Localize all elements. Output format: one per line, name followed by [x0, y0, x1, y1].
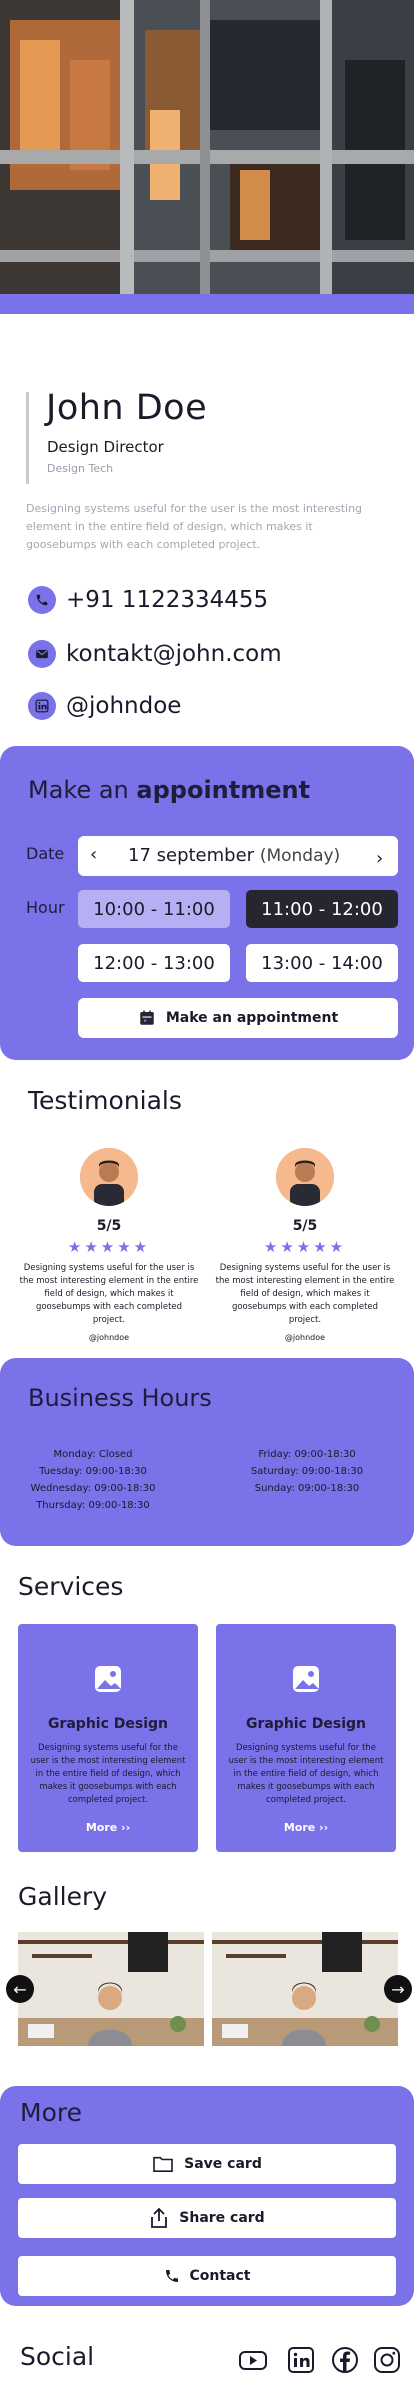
hero-accent-band — [0, 294, 414, 314]
testimonials-title: Testimonials — [28, 1086, 182, 1115]
hour-label: Hour — [26, 898, 65, 917]
share-card-label: Share card — [179, 2210, 265, 2226]
make-appointment-button[interactable]: Make an appointment — [78, 998, 398, 1038]
more-title: More — [20, 2098, 82, 2127]
slot-13-14[interactable]: 13:00 - 14:00 — [246, 944, 398, 982]
slot-12-13[interactable]: 12:00 - 13:00 — [78, 944, 230, 982]
testimonial-rating: 5/5 — [292, 1218, 318, 1234]
hours-row: Sunday: 09:00-18:30 — [254, 1483, 360, 1494]
image-icon — [291, 1664, 321, 1694]
linkedin-icon[interactable] — [286, 2345, 316, 2375]
share-icon — [149, 2207, 169, 2229]
slot-10-11[interactable]: 10:00 - 11:00 — [78, 890, 230, 928]
make-appointment-label: Make an appointment — [165, 1010, 339, 1026]
service-card[interactable]: Graphic Design Designing systems useful … — [18, 1624, 198, 1852]
testimonial-handle: @johndoe — [88, 1333, 130, 1342]
mail-icon — [28, 640, 56, 668]
service-title: Graphic Design — [245, 1716, 367, 1732]
contact-label: Contact — [189, 2268, 251, 2284]
contact-email[interactable]: kontakt@john.com — [28, 639, 388, 669]
hours-column-right: Friday: 09:00-18:30 Saturday: 09:00-18:3… — [222, 1446, 392, 1497]
save-card-button[interactable]: Save card — [18, 2144, 396, 2184]
facebook-icon[interactable] — [330, 2345, 360, 2375]
profile-role: Design Director — [47, 438, 164, 456]
profile-divider — [26, 392, 29, 484]
hours-row: Monday: Closed — [53, 1449, 133, 1460]
social-title: Social — [20, 2342, 95, 2371]
phone-icon — [28, 586, 56, 614]
date-next-button[interactable]: › — [376, 848, 383, 869]
business-hours-title: Business Hours — [28, 1384, 212, 1412]
calendar-icon — [138, 1009, 156, 1027]
service-more-link[interactable]: More ›› — [18, 1821, 198, 1834]
testimonial-card: 5/5 ★★★★★ Designing systems useful for t… — [215, 1148, 395, 1342]
slot-11-12[interactable]: 11:00 - 12:00 — [246, 890, 398, 928]
instagram-icon[interactable] — [372, 2345, 402, 2375]
profile-bio: Designing systems useful for the user is… — [26, 502, 363, 551]
hours-row: Friday: 09:00-18:30 — [258, 1449, 356, 1460]
date-picker[interactable]: ‹ 17 september (Monday) › — [78, 836, 398, 876]
contact-phone[interactable]: +91 1122334455 — [28, 585, 388, 615]
contact-linkedin-text: @johndoe — [66, 693, 182, 719]
testimonial-text: Designing systems useful for the user is… — [19, 1263, 199, 1325]
service-text: Designing systems useful for the user is… — [30, 1743, 186, 1805]
date-label: Date — [26, 844, 65, 863]
service-more-link[interactable]: More ›› — [216, 1821, 396, 1834]
gallery-next-button[interactable]: → — [384, 1975, 412, 2003]
service-text: Designing systems useful for the user is… — [228, 1743, 384, 1805]
linkedin-icon — [28, 692, 56, 720]
star-rating-icon: ★★★★★ — [263, 1238, 347, 1256]
youtube-icon[interactable] — [238, 2345, 268, 2375]
share-card-button[interactable]: Share card — [18, 2198, 396, 2238]
avatar — [80, 1148, 138, 1206]
phone-icon — [164, 2268, 180, 2284]
contact-linkedin[interactable]: @johndoe — [28, 691, 388, 721]
testimonial-handle: @johndoe — [284, 1333, 326, 1342]
appointment-title: Make an appointment — [28, 776, 311, 804]
contact-email-text: kontakt@john.com — [66, 641, 282, 667]
star-rating-icon: ★★★★★ — [67, 1238, 151, 1256]
save-card-label: Save card — [184, 2156, 262, 2172]
gallery-image[interactable] — [18, 1932, 204, 2046]
date-value: 17 september (Monday) — [128, 845, 341, 866]
profile-company: Design Tech — [47, 462, 114, 475]
gallery-prev-button[interactable]: ← — [6, 1975, 34, 2003]
hero-image — [0, 0, 414, 294]
hours-column-left: Monday: Closed Tuesday: 09:00-18:30 Wedn… — [8, 1446, 178, 1514]
testimonial-rating: 5/5 — [96, 1218, 122, 1234]
hours-row: Tuesday: 09:00-18:30 — [39, 1466, 147, 1477]
profile-name: John Doe — [46, 388, 208, 428]
hours-row: Thursday: 09:00-18:30 — [36, 1500, 150, 1511]
hours-row: Saturday: 09:00-18:30 — [250, 1466, 364, 1477]
date-prev-button[interactable]: ‹ — [90, 844, 97, 865]
testimonial-text: Designing systems useful for the user is… — [215, 1263, 395, 1325]
gallery-image[interactable] — [212, 1932, 398, 2046]
testimonial-card: 5/5 ★★★★★ Designing systems useful for t… — [19, 1148, 199, 1342]
services-title: Services — [18, 1572, 124, 1601]
folder-icon — [152, 2155, 174, 2173]
contact-button[interactable]: Contact — [18, 2256, 396, 2296]
gallery-title: Gallery — [18, 1882, 108, 1911]
service-title: Graphic Design — [47, 1716, 169, 1732]
image-icon — [93, 1664, 123, 1694]
service-card[interactable]: Graphic Design Designing systems useful … — [216, 1624, 396, 1852]
contact-phone-text: +91 1122334455 — [66, 587, 269, 613]
hours-row: Wednesday: 09:00-18:30 — [30, 1483, 156, 1494]
avatar — [276, 1148, 334, 1206]
